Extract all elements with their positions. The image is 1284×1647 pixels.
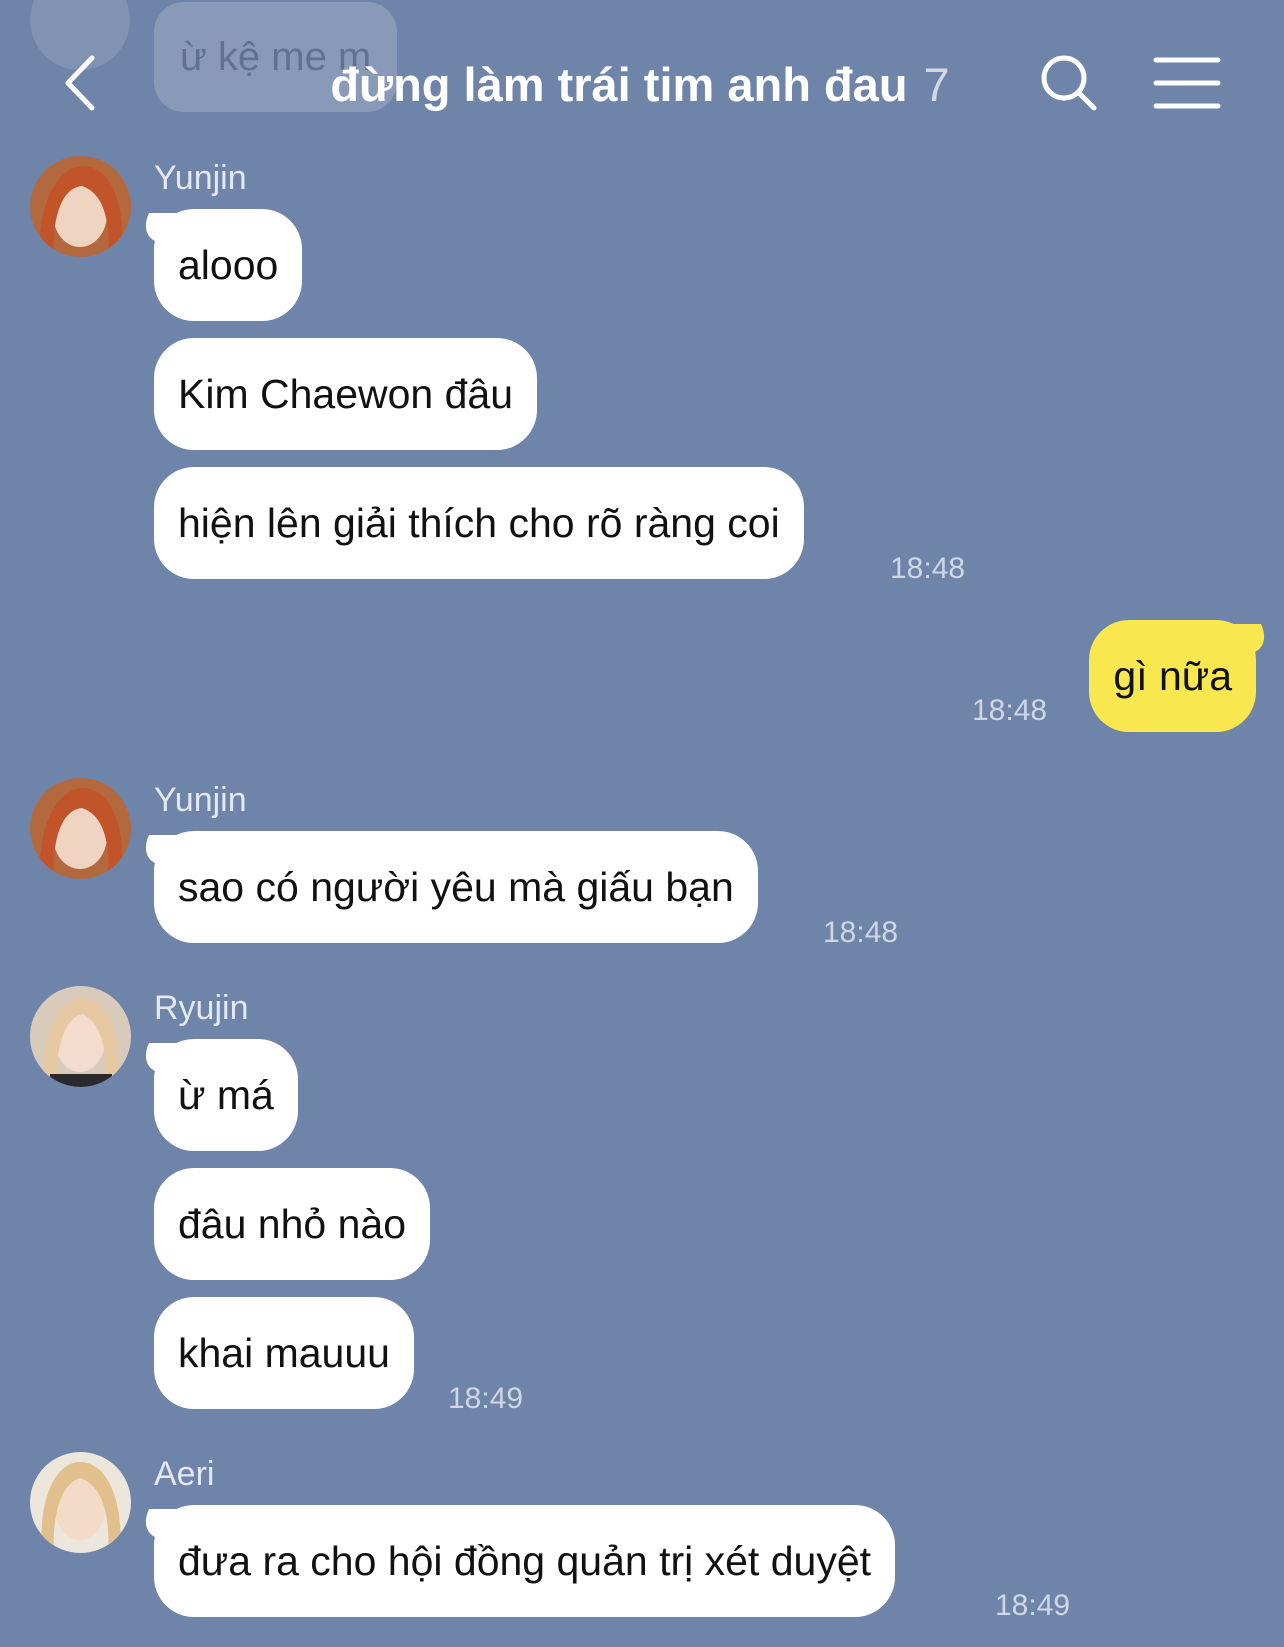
back-button[interactable] (52, 48, 122, 118)
search-button[interactable] (1034, 48, 1104, 118)
avatar-aeri[interactable] (30, 1452, 131, 1553)
timestamp: 18:48 (823, 916, 899, 949)
chevron-left-icon (65, 55, 95, 111)
sender-name: Aeri (154, 1455, 215, 1493)
chat-title-area: đừng làm trái tim anh đau 7 (270, 50, 1010, 120)
sender-name: Yunjin (154, 781, 247, 819)
message-bubble[interactable]: đâu nhỏ nào (154, 1168, 431, 1280)
avatar-yunjin[interactable] (30, 156, 131, 257)
timestamp: 18:48 (972, 694, 1048, 727)
avatar-yunjin[interactable] (30, 778, 131, 879)
sender-name: Yunjin (154, 159, 247, 197)
chat-header: đừng làm trái tim anh đau 7 (0, 30, 1284, 140)
menu-button[interactable] (1152, 52, 1222, 114)
message-bubble[interactable]: Kim Chaewon đâu (154, 338, 538, 450)
sender-name: Ryujin (154, 989, 249, 1027)
message-bubble[interactable]: ừ má (154, 1039, 298, 1151)
hamburger-menu-icon (1153, 57, 1221, 109)
chat-title: đừng làm trái tim anh đau (330, 58, 908, 111)
message-bubble[interactable]: alooo (154, 209, 303, 321)
message-bubble[interactable]: sao có người yêu mà giấu bạn (154, 831, 758, 943)
timestamp: 18:49 (995, 1589, 1071, 1622)
member-count: 7 (923, 58, 950, 111)
message-bubble[interactable]: khai mauuu (154, 1297, 414, 1409)
message-bubble[interactable]: hiện lên giải thích cho rõ ràng coi (154, 467, 804, 579)
timestamp: 18:49 (448, 1382, 524, 1415)
message-bubble[interactable]: đưa ra cho hội đồng quản trị xét duyệt (154, 1505, 896, 1617)
chat-screen: ừ kệ me m đừng làm trái tim anh đau 7 Yu… (0, 0, 1284, 1647)
message-bubble[interactable]: gì nữa (1089, 620, 1256, 732)
avatar-ryujin[interactable] (30, 986, 131, 1087)
search-icon (1041, 55, 1097, 111)
timestamp: 18:48 (890, 552, 966, 585)
